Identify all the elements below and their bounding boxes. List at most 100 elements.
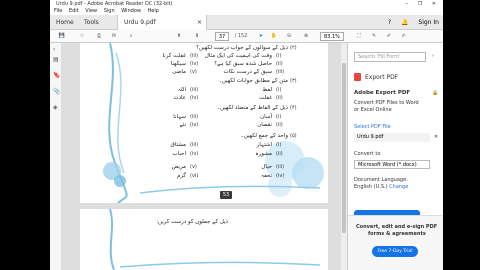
tools-pane: Search 'Fill Form' › Export PDF Adobe Ex… bbox=[347, 43, 443, 270]
help-icon[interactable]: ? bbox=[388, 19, 391, 26]
marker: (iii) bbox=[190, 87, 199, 93]
free-trial-button[interactable]: Free 7-Day Trial bbox=[372, 246, 418, 257]
menu-bar: File Edit View Sign Window Help bbox=[50, 8, 443, 15]
change-language-link[interactable]: Change bbox=[389, 184, 408, 190]
menu-view[interactable]: View bbox=[85, 8, 97, 14]
collapse-right-icon[interactable]: › bbox=[432, 53, 434, 59]
bell-icon[interactable]: 🔔 bbox=[401, 19, 408, 26]
toolbar: 💾 ☆ ⎙ ✉ ⌕ ⬆ ⬇ 37 / 152 ➤ ✋ ⊖ ⊕ 83.1% ⛶ ✎… bbox=[50, 30, 443, 43]
collapse-left-icon[interactable]: ‹ bbox=[53, 47, 59, 53]
line: اشتہار bbox=[256, 142, 272, 148]
marker: (ii) bbox=[276, 151, 283, 157]
scrollbar-thumb[interactable] bbox=[342, 63, 346, 233]
line: ذیل کے سوالوں کے جواب درست لکھیں؟ bbox=[196, 45, 288, 51]
line: مشتاق bbox=[170, 142, 186, 148]
tools-search-input[interactable]: Search 'Fill Form' bbox=[354, 52, 426, 62]
page-down-icon[interactable]: ⬇ bbox=[193, 32, 201, 41]
marker: (iii) bbox=[190, 114, 199, 120]
tab-document[interactable]: Urdu 9.pdf × bbox=[117, 15, 207, 30]
search-icon[interactable]: ⌕ bbox=[127, 32, 135, 41]
layers-icon[interactable]: ◈ bbox=[53, 105, 59, 111]
marker: (۲) bbox=[290, 45, 297, 51]
convert-to-select[interactable]: Microsoft Word (*.docx) bbox=[354, 160, 430, 169]
save-icon[interactable]: 💾 bbox=[58, 32, 66, 41]
line: ماضی bbox=[172, 69, 186, 75]
marker: (iii) bbox=[190, 53, 199, 59]
zoom-input[interactable]: 83.1% bbox=[320, 32, 344, 41]
marker: (۵) bbox=[290, 133, 297, 139]
marker: (v) bbox=[190, 164, 197, 170]
promo-box: Convert, edit and e-sign PDF forms & agr… bbox=[348, 215, 443, 270]
page-total: / 152 bbox=[234, 33, 248, 39]
marker: (۴) bbox=[290, 105, 297, 111]
line: خیال bbox=[261, 164, 272, 170]
window-title: Urdu 9.pdf - Adobe Acrobat Reader DC (32… bbox=[56, 1, 173, 7]
tab-home[interactable]: Home bbox=[50, 15, 80, 30]
pdf-page-next: ذیل کے جملوں کو درست کریں: bbox=[80, 209, 328, 270]
document-language-value: English (U.S.) bbox=[354, 184, 388, 190]
tab-document-label: Urdu 9.pdf bbox=[124, 19, 156, 26]
fit-page-icon[interactable]: ⛶ bbox=[355, 32, 363, 41]
marker: (iii) bbox=[190, 142, 199, 148]
close-tab-icon[interactable]: × bbox=[197, 15, 202, 30]
attachments-icon[interactable]: 📎 bbox=[53, 89, 60, 95]
zoom-in-icon[interactable]: ⊕ bbox=[302, 32, 310, 41]
line: واحد کے جمع لکھیں۔ bbox=[240, 133, 288, 139]
sign-icon[interactable]: ✍ bbox=[400, 32, 408, 41]
line: نقصان bbox=[257, 122, 272, 128]
line: حاصل شدہ سبق کیا ہے؟ bbox=[214, 61, 272, 67]
marker: (i) bbox=[276, 142, 282, 148]
bookmark-icon[interactable]: ☆ bbox=[78, 32, 86, 41]
marker: (iv) bbox=[276, 173, 285, 179]
print-icon[interactable]: ⎙ bbox=[95, 32, 103, 41]
line: ذیل کے الفاظ کے متضاد لکھیں۔ bbox=[216, 105, 288, 111]
export-description: Convert PDF Files to Word bbox=[354, 100, 419, 106]
marker: (ii) bbox=[276, 122, 283, 128]
document-language-row: English (U.S.) Change bbox=[354, 184, 408, 190]
line: غفلت کرنا bbox=[162, 53, 187, 59]
menu-window[interactable]: Window bbox=[121, 8, 141, 14]
page-number-input[interactable]: 37 bbox=[215, 32, 229, 41]
line: مشورہ bbox=[255, 151, 272, 157]
marker: (۳) bbox=[290, 78, 297, 84]
sign-in-button[interactable]: Sign In bbox=[418, 19, 439, 26]
promo-line-1: Convert, edit and e-sign PDF bbox=[356, 224, 438, 230]
menu-file[interactable]: File bbox=[54, 8, 62, 14]
line: گرم bbox=[176, 173, 186, 179]
bookmarks-icon[interactable]: 🔖 bbox=[53, 73, 60, 79]
document-viewer[interactable]: ذیل کے سوالوں کے جواب درست لکھیں؟ (۲) وق… bbox=[62, 43, 347, 270]
line: عادت bbox=[173, 95, 186, 101]
marker: (iii) bbox=[276, 164, 285, 170]
remove-file-icon[interactable]: ✕ bbox=[434, 134, 438, 140]
select-cursor-icon[interactable]: ➤ bbox=[257, 32, 265, 41]
title-bar: Urdu 9.pdf - Adobe Acrobat Reader DC (32… bbox=[50, 0, 443, 8]
line: غفلت bbox=[259, 95, 272, 101]
acrobat-window: Urdu 9.pdf - Adobe Acrobat Reader DC (32… bbox=[50, 0, 443, 270]
menu-help[interactable]: Help bbox=[148, 8, 159, 14]
select-pdf-file-link[interactable]: Select PDF File bbox=[354, 124, 391, 130]
mail-icon[interactable]: ✉ bbox=[110, 32, 118, 41]
zoom-out-icon[interactable]: ⊖ bbox=[285, 32, 293, 41]
promo-line-2: forms & agreements bbox=[368, 231, 426, 237]
hand-icon[interactable]: ✋ bbox=[270, 32, 278, 41]
line: سیکھنا bbox=[170, 61, 186, 67]
highlight-icon[interactable]: ✐ bbox=[385, 32, 393, 41]
line: لفظ bbox=[262, 87, 272, 93]
marker: (ii) bbox=[276, 95, 283, 101]
marker: (i) bbox=[276, 53, 282, 59]
menu-edit[interactable]: Edit bbox=[69, 8, 79, 14]
line: مریض bbox=[171, 164, 186, 170]
line: نئے bbox=[179, 122, 186, 128]
thumbnails-icon[interactable]: ▤ bbox=[53, 57, 59, 63]
window-controls[interactable]: – ❐ ✕ bbox=[406, 0, 440, 8]
line: وقت کی اہمیت کی ایک مثال bbox=[204, 53, 272, 59]
comment-icon[interactable]: ✎ bbox=[370, 32, 378, 41]
menu-sign[interactable]: Sign bbox=[104, 8, 115, 14]
pdf-page: ذیل کے سوالوں کے جواب درست لکھیں؟ (۲) وق… bbox=[80, 43, 328, 203]
marker: (vi) bbox=[190, 173, 199, 179]
marker: (iv) bbox=[190, 122, 199, 128]
tab-tools[interactable]: Tools bbox=[78, 15, 105, 30]
export-pdf-heading[interactable]: Export PDF bbox=[365, 74, 398, 81]
line: متن کے مطابق جوابات لکھیں۔ bbox=[218, 78, 288, 84]
page-up-icon[interactable]: ⬆ bbox=[175, 32, 183, 41]
